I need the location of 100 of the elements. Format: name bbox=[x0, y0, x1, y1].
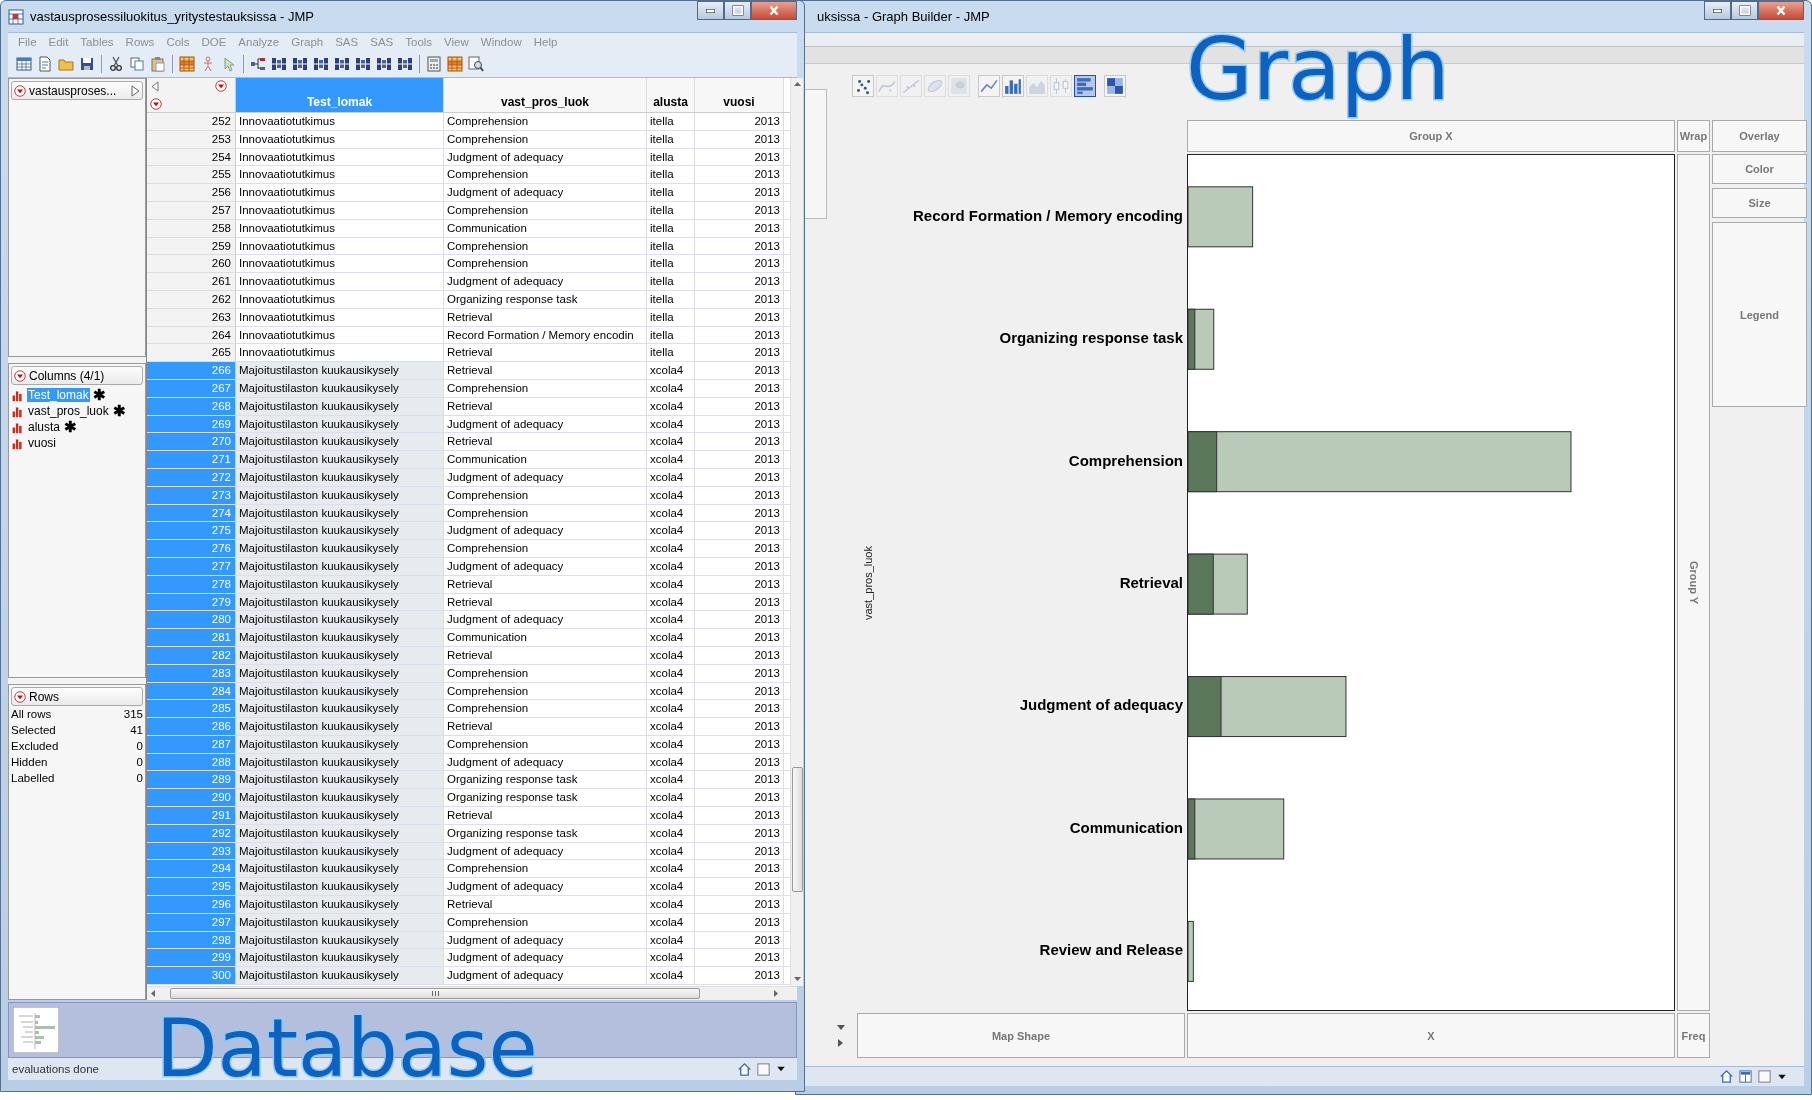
menu-item[interactable]: View bbox=[438, 35, 475, 48]
table-cell: Judgment of adequacy bbox=[444, 611, 647, 630]
row-number[interactable]: 296 bbox=[147, 896, 236, 914]
vertical-scrollbar[interactable] bbox=[790, 78, 803, 986]
drop-zone[interactable]: Wrap bbox=[1677, 120, 1710, 152]
table-cell: xcola4 bbox=[647, 807, 695, 825]
drop-zone[interactable]: Legend bbox=[1712, 222, 1807, 407]
row-number[interactable]: 275 bbox=[147, 522, 236, 541]
table-cell: xcola4 bbox=[647, 504, 695, 523]
column-name[interactable]: vuosi bbox=[27, 436, 57, 450]
home-icon bbox=[737, 1061, 752, 1077]
minimize-button[interactable] bbox=[1704, 1, 1731, 20]
drop-zone[interactable]: Group Y bbox=[1677, 154, 1710, 1011]
row-number[interactable]: 252 bbox=[147, 113, 236, 131]
maximize-button[interactable] bbox=[1731, 1, 1758, 20]
row-number[interactable]: 285 bbox=[147, 700, 236, 719]
scroll-left-arrow-icon[interactable] bbox=[150, 989, 156, 998]
row-number[interactable]: 255 bbox=[147, 166, 236, 185]
scroll-thumb[interactable] bbox=[791, 767, 803, 892]
row-number[interactable]: 260 bbox=[147, 255, 236, 274]
menu-item[interactable]: Analyze bbox=[232, 35, 286, 48]
category-label: Retrieval bbox=[1119, 574, 1183, 591]
table-cell: Innovaatiotutkimus bbox=[236, 290, 444, 309]
table-cell: itella bbox=[647, 344, 695, 363]
column-header[interactable]: Test_lomak bbox=[236, 78, 444, 112]
row-number[interactable]: 290 bbox=[147, 789, 236, 808]
menu-item[interactable]: Edit bbox=[42, 35, 75, 48]
row-number[interactable]: 280 bbox=[147, 611, 236, 630]
row-number[interactable]: 276 bbox=[147, 540, 236, 558]
row-number[interactable]: 270 bbox=[147, 433, 236, 452]
expand-arrow-icon[interactable] bbox=[131, 84, 140, 97]
scroll-right-arrow-icon[interactable] bbox=[773, 989, 779, 998]
scroll-thumb[interactable] bbox=[170, 988, 700, 999]
heatmap-icon bbox=[1106, 77, 1124, 95]
table-cell: 2013 bbox=[695, 557, 784, 576]
table-cell: xcola4 bbox=[647, 949, 695, 968]
table-cell: 2013 bbox=[695, 468, 784, 487]
scroll-up-arrow-icon[interactable] bbox=[792, 81, 802, 87]
close-button[interactable] bbox=[1758, 1, 1804, 20]
row-number[interactable]: 295 bbox=[147, 878, 236, 897]
close-icon bbox=[1774, 3, 1788, 18]
row-number[interactable]: 261 bbox=[147, 273, 236, 291]
menu-item[interactable]: File bbox=[12, 35, 43, 48]
drop-zone[interactable]: Map Shape bbox=[857, 1013, 1185, 1058]
menu-item[interactable]: Tables bbox=[74, 35, 120, 48]
row-number[interactable]: 286 bbox=[147, 718, 236, 736]
table-cell: 2013 bbox=[695, 486, 784, 505]
table-cell: 2013 bbox=[695, 664, 784, 683]
thumbnail-drawing[interactable] bbox=[13, 1007, 59, 1053]
row-number[interactable]: 256 bbox=[147, 184, 236, 202]
scroll-down-arrow-icon[interactable] bbox=[792, 976, 802, 982]
table-cell: Retrieval bbox=[444, 344, 647, 363]
maximize-button[interactable] bbox=[724, 1, 751, 20]
graph-type-button[interactable] bbox=[1074, 75, 1096, 97]
drop-zone[interactable]: Group X bbox=[1187, 120, 1675, 152]
column-name[interactable]: alusta bbox=[27, 420, 62, 434]
close-button[interactable] bbox=[751, 1, 797, 20]
row-number[interactable]: 266 bbox=[147, 362, 236, 380]
menu-item[interactable]: Cols bbox=[160, 35, 196, 48]
table-cell: 2013 bbox=[695, 326, 784, 345]
column-header[interactable]: vast_pros_luok bbox=[444, 78, 647, 112]
collapse-arrow-icon[interactable] bbox=[151, 81, 159, 92]
menu-item[interactable]: Window bbox=[474, 35, 528, 48]
drop-zone[interactable]: Color bbox=[1712, 154, 1807, 184]
drop-zone[interactable]: Freq bbox=[1677, 1013, 1710, 1058]
table-cell: 2013 bbox=[695, 255, 784, 274]
column-name[interactable]: Test_lomak bbox=[27, 388, 90, 402]
row-number[interactable]: 291 bbox=[147, 807, 236, 825]
horizontal-scrollbar[interactable] bbox=[147, 986, 797, 1000]
column-name[interactable]: vast_pros_luok bbox=[27, 404, 110, 418]
menu-item[interactable]: DOE bbox=[195, 35, 233, 48]
table-cell: itella bbox=[647, 255, 695, 274]
menu-item[interactable]: SAS bbox=[329, 35, 365, 48]
menu-item[interactable]: Help bbox=[527, 35, 564, 48]
table-cell: Majoitustilaston kuukausikysely bbox=[236, 807, 444, 825]
drop-zone[interactable]: Size bbox=[1712, 188, 1807, 218]
table-cell: xcola4 bbox=[647, 896, 695, 914]
column-header[interactable]: vuosi bbox=[695, 78, 784, 112]
menu-item[interactable]: Graph bbox=[285, 35, 330, 48]
row-number[interactable]: 299 bbox=[147, 949, 236, 968]
menu-item[interactable]: SAS bbox=[364, 35, 400, 48]
row-number[interactable]: 300 bbox=[147, 967, 236, 986]
column-header[interactable]: alusta bbox=[647, 78, 695, 112]
row-number[interactable]: 294 bbox=[147, 860, 236, 879]
row-number[interactable]: 271 bbox=[147, 451, 236, 469]
row-number[interactable]: 281 bbox=[147, 629, 236, 647]
menu-item[interactable]: Rows bbox=[119, 35, 161, 48]
table-cell: Comprehension bbox=[444, 130, 647, 149]
table-cell: Innovaatiotutkimus bbox=[236, 166, 444, 185]
maximize-icon bbox=[1737, 3, 1752, 18]
table-cell: xcola4 bbox=[647, 397, 695, 416]
table-cell: xcola4 bbox=[647, 842, 695, 861]
row-number[interactable]: 265 bbox=[147, 344, 236, 363]
minimize-button[interactable] bbox=[697, 1, 724, 20]
table-cell: Majoitustilaston kuukausikysely bbox=[236, 362, 444, 380]
menu-item[interactable]: Tools bbox=[399, 35, 439, 48]
drop-zone[interactable]: Overlay bbox=[1712, 120, 1807, 152]
row-number[interactable]: 289 bbox=[147, 771, 236, 790]
drop-zone[interactable]: X bbox=[1187, 1013, 1675, 1058]
table-cell: xcola4 bbox=[647, 575, 695, 594]
